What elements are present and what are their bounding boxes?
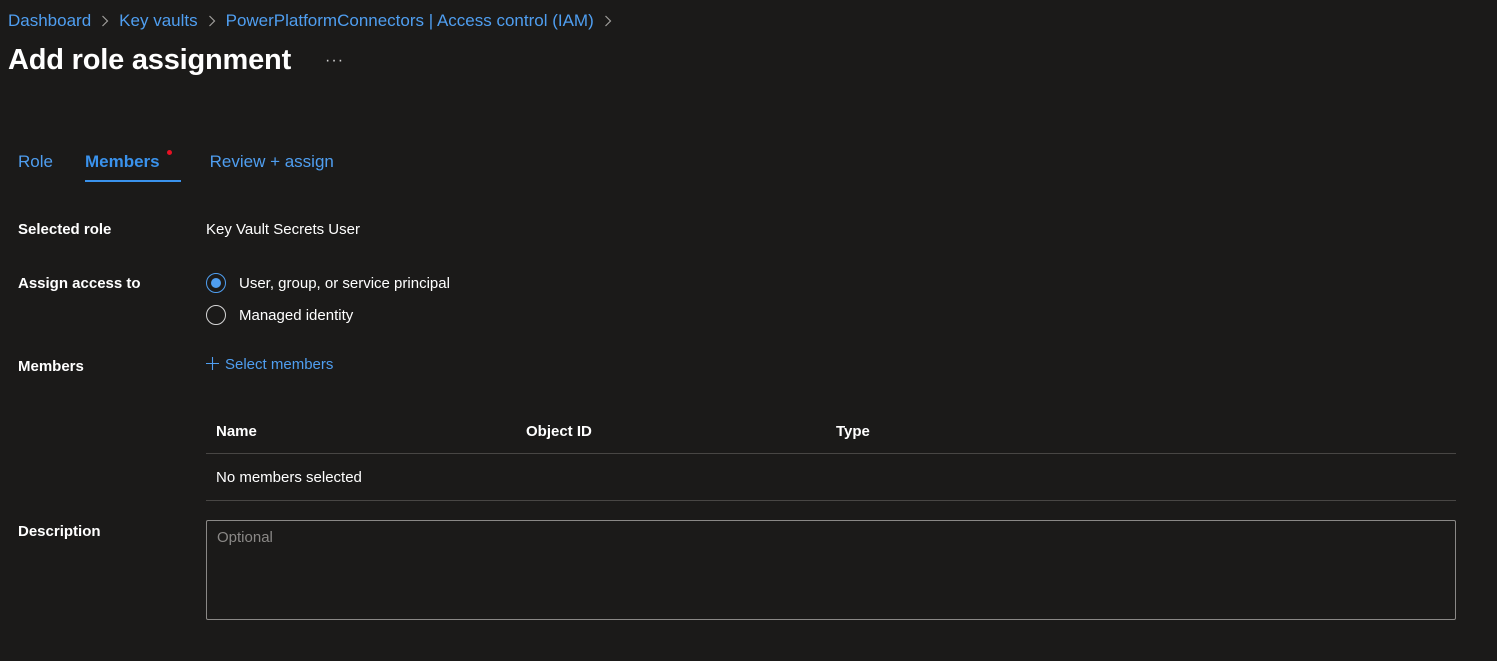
tab-role-label: Role bbox=[18, 152, 53, 171]
breadcrumb: Dashboard Key vaults PowerPlatformConnec… bbox=[8, 10, 622, 32]
chevron-right-icon bbox=[208, 15, 216, 27]
page-title: Add role assignment bbox=[8, 44, 292, 76]
column-header-object-id[interactable]: Object ID bbox=[526, 423, 836, 440]
column-header-type[interactable]: Type bbox=[836, 423, 1456, 440]
radio-checked-icon[interactable] bbox=[206, 273, 226, 293]
members-label: Members bbox=[18, 358, 84, 375]
radio-unchecked-icon[interactable] bbox=[206, 305, 226, 325]
tab-review-assign[interactable]: Review + assign bbox=[210, 150, 334, 182]
description-field[interactable] bbox=[206, 520, 1456, 620]
breadcrumb-access-control[interactable]: PowerPlatformConnectors | Access control… bbox=[226, 10, 594, 32]
title-row: Add role assignment ··· bbox=[8, 44, 348, 77]
table-row: No members selected bbox=[206, 454, 1456, 501]
assign-access-label: Assign access to bbox=[18, 275, 141, 292]
chevron-right-icon bbox=[604, 15, 612, 27]
wizard-tabs: Role Members Review + assign bbox=[18, 150, 366, 182]
radio-managed-identity-label: Managed identity bbox=[239, 306, 354, 324]
plus-icon bbox=[206, 357, 219, 370]
breadcrumb-dashboard[interactable]: Dashboard bbox=[8, 10, 91, 32]
breadcrumb-key-vaults[interactable]: Key vaults bbox=[119, 10, 197, 32]
table-header: Name Object ID Type bbox=[206, 410, 1456, 454]
tab-members[interactable]: Members bbox=[84, 150, 181, 182]
selected-role-value: Key Vault Secrets User bbox=[206, 221, 360, 238]
tab-role[interactable]: Role bbox=[18, 150, 53, 182]
select-members-label: Select members bbox=[225, 356, 334, 373]
select-members-button[interactable]: Select members bbox=[206, 356, 333, 373]
tab-review-assign-label: Review + assign bbox=[209, 152, 334, 171]
radio-user-group-service-principal[interactable]: User, group, or service principal bbox=[206, 273, 450, 293]
more-options-button[interactable]: ··· bbox=[321, 50, 348, 72]
empty-state-text: No members selected bbox=[216, 468, 362, 486]
radio-user-group-label: User, group, or service principal bbox=[239, 274, 450, 292]
required-indicator-icon bbox=[166, 150, 172, 155]
description-label: Description bbox=[18, 523, 101, 540]
chevron-right-icon bbox=[101, 15, 109, 27]
selected-role-label: Selected role bbox=[18, 221, 112, 238]
tab-members-label: Members bbox=[84, 152, 160, 171]
radio-managed-identity[interactable]: Managed identity bbox=[206, 305, 353, 325]
members-table: Name Object ID Type No members selected bbox=[206, 410, 1456, 501]
page: Dashboard Key vaults PowerPlatformConnec… bbox=[0, 0, 1497, 661]
column-header-name[interactable]: Name bbox=[206, 423, 526, 440]
